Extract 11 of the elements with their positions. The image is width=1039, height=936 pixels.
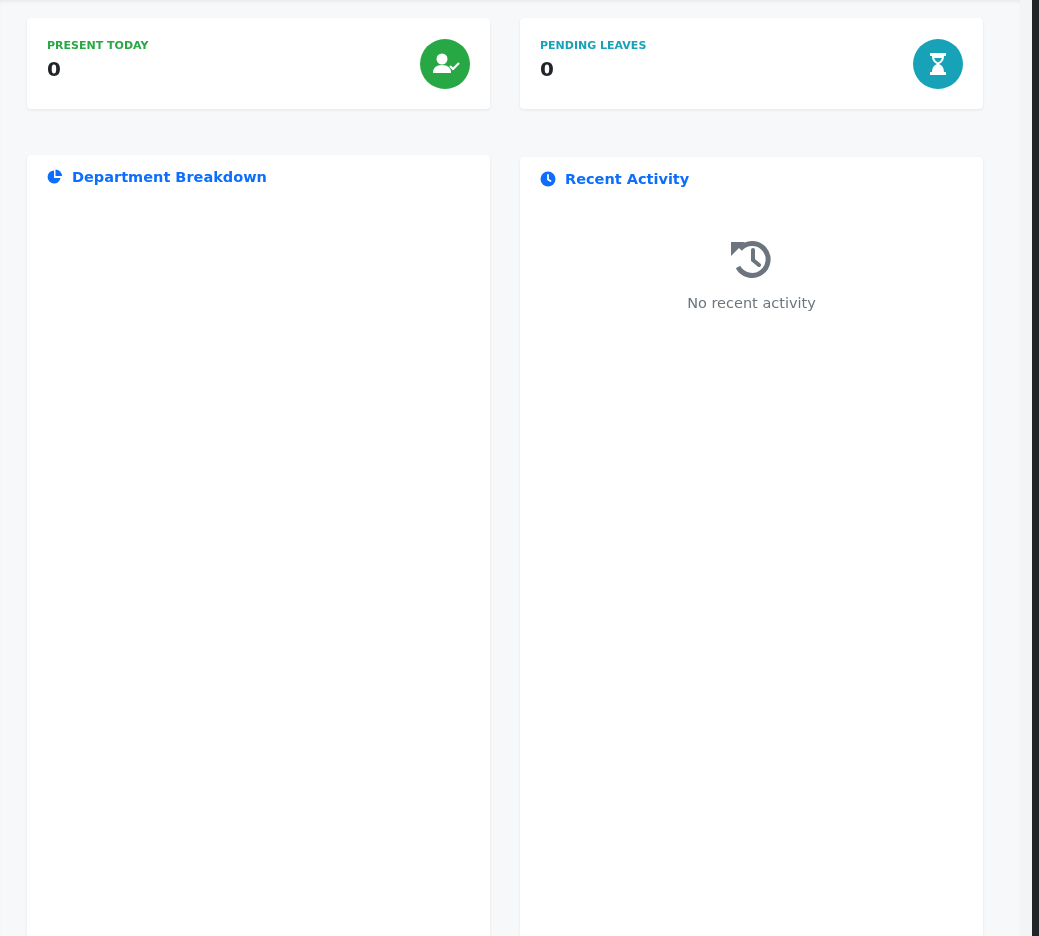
panel-title: Recent Activity	[565, 171, 690, 187]
clock-icon	[540, 171, 556, 187]
empty-message: No recent activity	[687, 295, 816, 311]
pie-chart-icon	[47, 169, 63, 185]
panel-title: Department Breakdown	[72, 169, 267, 185]
hourglass-icon	[913, 38, 963, 89]
stat-value: 0	[540, 56, 555, 81]
stat-value: 0	[47, 56, 62, 81]
stat-label: PRESENT TODAY	[47, 38, 149, 52]
user-check-icon	[420, 38, 470, 89]
stat-label: PENDING LEAVES	[540, 38, 647, 52]
